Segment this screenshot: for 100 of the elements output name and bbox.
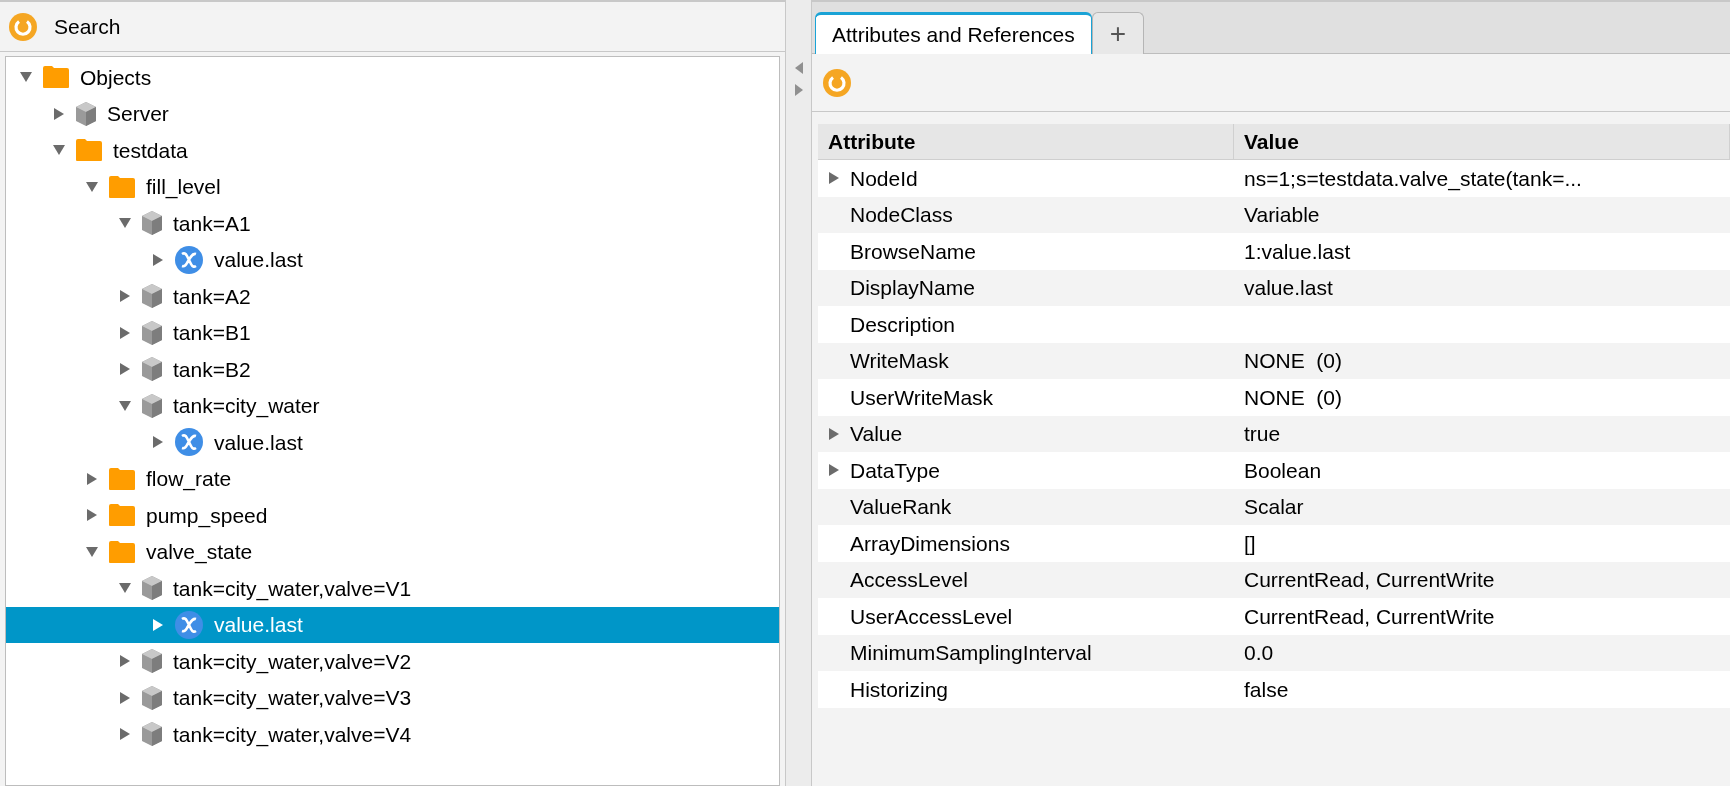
collapsed-arrow-icon[interactable]: [152, 436, 164, 449]
variable-icon: [174, 427, 204, 458]
value-cell-text: 0.0: [1243, 640, 1274, 666]
column-header[interactable]: Value: [1234, 124, 1730, 159]
cube-icon: [141, 575, 163, 602]
tree-item[interactable]: fill_level: [6, 168, 779, 205]
attribute-cell-text: Value: [850, 421, 903, 447]
folder-icon: [75, 138, 103, 163]
value-cell-text: CurrentRead, CurrentWrite: [1243, 567, 1495, 593]
expanded-arrow-icon[interactable]: [119, 217, 131, 230]
cube-icon: [141, 319, 163, 346]
cube-icon: [141, 392, 163, 419]
value-cell-text: 1:value.last: [1243, 238, 1351, 265]
tree-item[interactable]: value.last: [6, 241, 779, 278]
panel-title: Search: [54, 13, 121, 40]
attribute-cell-text: BrowseName: [850, 238, 977, 265]
column-header[interactable]: Attribute: [818, 124, 1234, 159]
tree-item[interactable]: tank=city_water,valve=V2: [6, 643, 779, 680]
collapsed-arrow-icon[interactable]: [119, 363, 131, 376]
tree-item[interactable]: tank=A2: [6, 278, 779, 315]
collapsed-arrow-icon[interactable]: [119, 290, 131, 303]
tab[interactable]: Attributes and References: [815, 12, 1092, 54]
expand-right-icon[interactable]: [794, 84, 803, 96]
collapsed-arrow-icon[interactable]: [119, 728, 131, 741]
collapsed-arrow-icon[interactable]: [828, 464, 840, 477]
value-cell-text: NONE (0): [1243, 348, 1342, 374]
tree-item[interactable]: value.last: [6, 424, 779, 461]
attribute-cell-text: ValueRank: [850, 494, 952, 520]
table-row[interactable]: Historizing false: [818, 671, 1730, 708]
folder-icon: [42, 65, 70, 90]
variable-icon: [174, 244, 204, 275]
tree-item[interactable]: tank=A1: [6, 205, 779, 242]
value-cell-text: true: [1243, 421, 1281, 447]
tree-item[interactable]: tank=city_water: [6, 387, 779, 424]
table-row[interactable]: DataType Boolean: [818, 452, 1730, 489]
value-cell-text: Scalar: [1243, 494, 1304, 520]
cube-icon: [141, 684, 163, 711]
tree-item[interactable]: valve_state: [6, 533, 779, 570]
tree-item[interactable]: tank=city_water,valve=V4: [6, 716, 779, 753]
folder-icon: [108, 174, 136, 199]
attribute-cell-text: WriteMask: [850, 348, 949, 374]
variable-icon: [174, 609, 204, 640]
attribute-cell-text: DataType: [850, 457, 940, 484]
table-row[interactable]: Description: [818, 306, 1730, 343]
table-row[interactable]: NodeId ns=1;s=testdata.valve_state(tank=...: [818, 160, 1730, 197]
tree-item[interactable]: tank=B1: [6, 314, 779, 351]
tree-item[interactable]: tank=city_water,valve=V3: [6, 679, 779, 716]
tree-item[interactable]: pump_speed: [6, 497, 779, 534]
value-cell-text: NONE (0): [1243, 384, 1342, 411]
value-cell-text: Variable: [1243, 202, 1320, 228]
collapsed-arrow-icon[interactable]: [119, 655, 131, 668]
value-cell-text: value.last: [1243, 275, 1333, 301]
attribute-cell-text: NodeClass: [850, 202, 953, 228]
attribute-cell-text: NodeId: [850, 165, 918, 192]
collapsed-arrow-icon[interactable]: [152, 618, 164, 631]
attribute-cell-text: DisplayName: [850, 275, 975, 301]
collapse-left-icon[interactable]: [794, 62, 803, 74]
attribute-cell-text: MinimumSamplingInterval: [850, 640, 1092, 666]
attribute-cell-text: UserAccessLevel: [850, 603, 1013, 630]
tree-item[interactable]: Objects: [6, 59, 779, 96]
value-cell-text: CurrentRead, CurrentWrite: [1243, 603, 1495, 630]
collapsed-arrow-icon[interactable]: [828, 172, 840, 185]
collapsed-arrow-icon[interactable]: [119, 326, 131, 339]
value-cell-text: []: [1243, 530, 1256, 557]
attribute-cell-text: UserWriteMask: [850, 384, 994, 411]
tree-item[interactable]: testdata: [6, 132, 779, 169]
cube-icon: [141, 721, 163, 748]
folder-icon: [108, 466, 136, 491]
table-row[interactable]: UserAccessLevel CurrentRead, CurrentWrite: [818, 598, 1730, 635]
collapsed-arrow-icon[interactable]: [53, 107, 65, 120]
tree-item[interactable]: tank=B2: [6, 351, 779, 388]
collapsed-arrow-icon[interactable]: [119, 691, 131, 704]
expanded-arrow-icon[interactable]: [53, 144, 65, 157]
value-cell-text: ns=1;s=testdata.valve_state(tank=...: [1243, 165, 1582, 193]
table-row[interactable]: BrowseName 1:value.last: [818, 233, 1730, 270]
collapsed-arrow-icon[interactable]: [828, 427, 840, 440]
expanded-arrow-icon[interactable]: [86, 545, 98, 558]
collapsed-arrow-icon[interactable]: [86, 509, 98, 522]
attribute-cell-text: Historizing: [850, 676, 949, 703]
value-cell-text: Boolean: [1243, 457, 1322, 484]
tree-item[interactable]: flow_rate: [6, 460, 779, 497]
expanded-arrow-icon[interactable]: [86, 180, 98, 193]
attribute-cell-text: Description: [850, 311, 956, 338]
value-cell-text: false: [1243, 676, 1289, 703]
expanded-arrow-icon[interactable]: [119, 582, 131, 595]
expanded-arrow-icon[interactable]: [20, 71, 32, 84]
collapsed-arrow-icon[interactable]: [86, 472, 98, 485]
add-tab-button[interactable]: +: [1091, 12, 1144, 54]
cube-icon: [141, 210, 163, 237]
cube-icon: [75, 100, 97, 127]
folder-icon: [108, 539, 136, 564]
cube-icon: [141, 648, 163, 675]
table-row[interactable]: ArrayDimensions []: [818, 525, 1730, 562]
tree-item[interactable]: Server: [6, 95, 779, 132]
expanded-arrow-icon[interactable]: [119, 399, 131, 412]
tree-item[interactable]: tank=city_water,valve=V1: [6, 570, 779, 607]
attribute-cell-text: AccessLevel: [850, 567, 968, 593]
table-row[interactable]: UserWriteMask NONE (0): [818, 379, 1730, 416]
cube-icon: [141, 283, 163, 310]
collapsed-arrow-icon[interactable]: [152, 253, 164, 266]
